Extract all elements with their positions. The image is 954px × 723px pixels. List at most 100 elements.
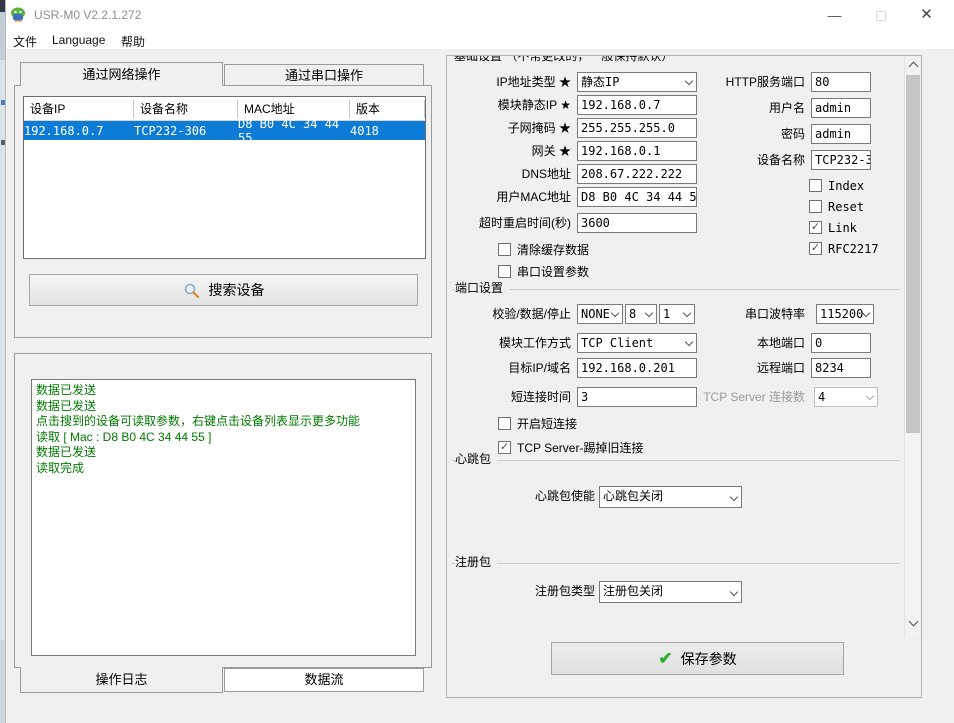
window-title: USR-M0 V2.2.1.272: [34, 8, 141, 22]
port-settings-group-title: 端口设置: [455, 282, 509, 295]
tab-data-stream[interactable]: 数据流: [224, 668, 424, 692]
device-table: 设备IP 设备名称 MAC地址 版本 192.168.0.7 TCP232-30…: [23, 96, 426, 259]
row-kick-old-connection: TCP Server-踢掉旧连接: [447, 438, 905, 460]
cell-device-name: TCP232-306: [134, 124, 238, 138]
row-http-port: HTTP服务端口 80: [447, 72, 905, 94]
maximize-button[interactable]: [858, 0, 903, 30]
search-device-label: 搜索设备: [209, 280, 265, 300]
remote-port-label: 远程端口: [603, 358, 805, 378]
device-name-label: 设备名称: [603, 150, 805, 170]
basic-settings-group-title: 基础设置 （不常更改的，一般保持默认）: [454, 55, 673, 64]
app-logo-icon: [10, 7, 26, 23]
row-flag-reset: Reset: [447, 197, 905, 219]
link-checkbox[interactable]: [809, 221, 822, 234]
log-line: 数据已发送: [36, 383, 413, 399]
row-serial-setup: 串口设置参数: [447, 262, 905, 284]
save-params-label: 保存参数: [681, 649, 737, 669]
row-flag-rfc2217: RFC2217: [447, 239, 905, 261]
device-name-input[interactable]: TCP232-30: [811, 150, 871, 170]
log-line: 数据已发送: [36, 445, 413, 461]
background-window-sliver: [0, 0, 6, 723]
chevron-down-icon: [730, 588, 738, 596]
heartbeat-enable-select[interactable]: 心跳包关闭: [599, 486, 742, 508]
port-settings-divider: [452, 289, 900, 290]
tab-network-operation[interactable]: 通过网络操作: [20, 62, 223, 86]
table-row-device[interactable]: 192.168.0.7 TCP232-306 D8 B0 4C 34 44 55…: [24, 121, 425, 140]
save-params-button[interactable]: ✔ 保存参数: [551, 642, 844, 675]
column-header-mac[interactable]: MAC地址: [238, 100, 350, 118]
row-device-name: 设备名称 TCP232-30: [447, 150, 905, 172]
heartbeat-divider: [452, 460, 900, 461]
register-packet-type-select[interactable]: 注册包关闭: [599, 581, 742, 603]
cell-device-ip: 192.168.0.7: [24, 124, 134, 138]
chevron-down-icon: [730, 493, 738, 501]
row-heartbeat-enable: 心跳包使能 心跳包关闭: [447, 486, 905, 508]
enable-short-connection-checkbox[interactable]: [498, 417, 511, 430]
green-check-icon: ✔: [658, 649, 672, 669]
rfc2217-checkbox[interactable]: [809, 242, 822, 255]
search-icon: [183, 282, 200, 299]
local-port-label: 本地端口: [603, 333, 805, 353]
register-packet-group-title: 注册包: [455, 556, 497, 569]
index-checkbox[interactable]: [809, 179, 822, 192]
log-output-area[interactable]: 数据已发送 数据已发送 点击搜到的设备可读取参数，右键点击设备列表显示更多功能 …: [31, 379, 416, 656]
password-input[interactable]: admin: [811, 124, 871, 144]
reset-label: Reset: [828, 197, 864, 217]
scroll-up-button[interactable]: [905, 56, 921, 73]
column-header-device-ip[interactable]: 设备IP: [24, 100, 134, 118]
settings-scrollbar[interactable]: [904, 56, 921, 637]
rfc2217-label: RFC2217: [828, 239, 879, 259]
remote-port-input[interactable]: 8234: [811, 358, 871, 378]
http-port-label: HTTP服务端口: [603, 72, 805, 92]
row-short-connection-time: 短连接时间 3 TCP Server 连接数 4: [447, 387, 905, 409]
kick-old-connection-checkbox[interactable]: [498, 441, 511, 454]
http-port-input[interactable]: 80: [811, 72, 871, 92]
enable-short-connection-label: 开启短连接: [517, 414, 577, 434]
device-table-header: 设备IP 设备名称 MAC地址 版本: [24, 97, 425, 121]
row-username: 用户名 admin: [447, 98, 905, 120]
scrollbar-thumb[interactable]: [906, 75, 920, 433]
heartbeat-enable-label: 心跳包使能: [447, 486, 595, 506]
username-label: 用户名: [603, 98, 805, 118]
row-password: 密码 admin: [447, 124, 905, 146]
username-input[interactable]: admin: [811, 98, 871, 118]
local-port-input[interactable]: 0: [811, 333, 871, 353]
baud-rate-label: 串口波特率: [603, 304, 805, 324]
register-packet-type-value: 注册包关闭: [603, 584, 663, 598]
maximize-icon: [876, 11, 886, 21]
tab-operation-log[interactable]: 操作日志: [20, 667, 223, 693]
minimize-button[interactable]: —: [812, 0, 857, 30]
reset-checkbox[interactable]: [809, 200, 822, 213]
parity-data-stop-label: 校验/数据/停止: [447, 304, 571, 324]
menu-item-help[interactable]: 帮助: [121, 33, 145, 50]
column-header-version[interactable]: 版本: [350, 100, 425, 118]
baud-rate-select[interactable]: 115200: [816, 304, 874, 324]
baud-rate-value: 115200: [820, 307, 863, 321]
menu-item-file[interactable]: 文件: [13, 33, 37, 50]
settings-panel: 基础设置 （不常更改的，一般保持默认） IP地址类型 ★ 静态IP 模块静态IP…: [446, 55, 922, 698]
search-device-button[interactable]: 搜索设备: [29, 274, 418, 306]
menu-bar: 文件 Language 帮助: [0, 30, 954, 50]
serial-setup-label: 串口设置参数: [517, 262, 589, 282]
close-button[interactable]: ✕: [904, 0, 949, 30]
password-label: 密码: [603, 124, 805, 144]
chevron-up-icon: [908, 62, 918, 72]
row-flag-index: Index: [447, 176, 905, 198]
tcp-server-connections-select[interactable]: 4: [814, 387, 878, 407]
scroll-down-button[interactable]: [905, 614, 921, 631]
cell-device-mac: D8 B0 4C 34 44 55: [238, 117, 350, 145]
menu-item-language[interactable]: Language: [52, 33, 105, 47]
log-line: 读取 [ Mac : D8 B0 4C 34 44 55 ]: [36, 430, 413, 446]
kick-old-connection-label: TCP Server-踢掉旧连接: [517, 438, 643, 458]
column-header-device-name[interactable]: 设备名称: [134, 100, 238, 118]
row-parity-data-stop: 校验/数据/停止 NONE 8 1 串口波特率 115200: [447, 304, 905, 326]
row-register-packet-type: 注册包类型 注册包关闭: [447, 581, 905, 603]
row-enable-short-connection: 开启短连接: [447, 414, 905, 436]
work-mode-label: 模块工作方式: [447, 333, 571, 353]
tab-serial-operation[interactable]: 通过串口操作: [224, 64, 424, 86]
tcp-server-connections-label: TCP Server 连接数: [603, 387, 805, 407]
serial-setup-checkbox[interactable]: [498, 265, 511, 278]
link-label: Link: [828, 218, 857, 238]
network-tab-page: 设备IP 设备名称 MAC地址 版本 192.168.0.7 TCP232-30…: [14, 85, 432, 338]
operation-log-page: 数据已发送 数据已发送 点击搜到的设备可读取参数，右键点击设备列表显示更多功能 …: [14, 353, 432, 668]
